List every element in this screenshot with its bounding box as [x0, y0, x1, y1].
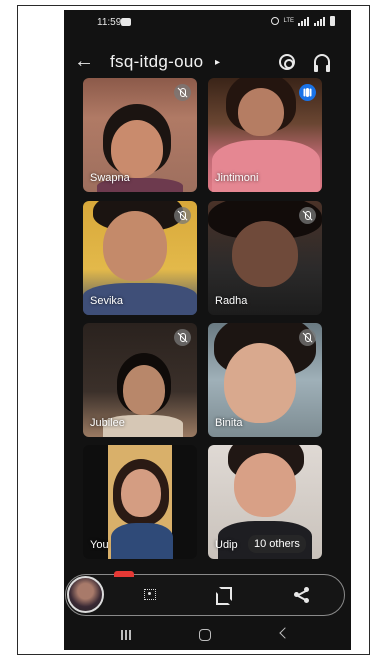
status-bar: 11:59 LTE — [64, 10, 351, 34]
participant-name: Udip — [215, 539, 238, 551]
participant-name: Binita — [215, 417, 243, 429]
participant-name: Jubilee — [90, 417, 125, 429]
meeting-code[interactable]: fsq-itdg-ouo — [110, 52, 203, 72]
participant-name: Jintimoni — [215, 172, 259, 184]
message-notification-icon — [121, 18, 131, 26]
speaking-indicator-icon — [299, 84, 316, 101]
participant-tile-udip[interactable]: Udip 10 others — [208, 445, 322, 559]
signal-icon — [298, 16, 310, 26]
others-count-badge[interactable]: 10 others — [248, 535, 306, 553]
back-icon[interactable] — [279, 627, 291, 639]
participant-name: You — [90, 539, 109, 551]
participant-tile-jubilee[interactable]: Jubilee — [83, 323, 197, 437]
participant-tile-swapna[interactable]: Swapna — [83, 78, 197, 192]
caret-right-icon[interactable]: ▸ — [215, 57, 220, 68]
alarm-icon — [271, 17, 280, 25]
participant-tile-you[interactable]: You — [83, 445, 197, 559]
self-view-thumbnail[interactable] — [67, 576, 104, 613]
switch-camera-icon[interactable] — [279, 54, 295, 70]
flip-camera-icon[interactable] — [216, 587, 232, 605]
participant-tile-radha[interactable]: Radha — [208, 201, 322, 315]
participant-name: Radha — [215, 295, 248, 307]
mic-off-icon — [299, 207, 316, 224]
share-icon[interactable] — [294, 587, 310, 603]
end-call-button[interactable] — [114, 571, 134, 577]
mic-off-icon — [299, 329, 316, 346]
battery-icon — [330, 16, 335, 26]
participant-name: Sevika — [90, 295, 124, 307]
phone-screen: 11:59 LTE ← fsq-itdg-ouo ▸ Swapna Jintim… — [64, 10, 351, 650]
back-arrow-icon[interactable]: ← — [74, 50, 94, 72]
call-controls-bar — [65, 571, 345, 616]
audio-output-icon[interactable] — [314, 54, 330, 72]
focus-icon[interactable] — [144, 589, 156, 600]
signal-icon-2 — [314, 16, 326, 26]
status-time: 11:59 — [97, 17, 122, 28]
system-nav-bar — [64, 624, 351, 650]
mic-off-icon — [174, 207, 191, 224]
home-icon[interactable] — [199, 629, 211, 641]
meeting-header: ← fsq-itdg-ouo ▸ — [64, 48, 351, 78]
recents-icon[interactable] — [121, 630, 131, 640]
participant-tile-jintimoni[interactable]: Jintimoni — [208, 78, 322, 192]
mic-off-icon — [174, 84, 191, 101]
participant-name: Swapna — [90, 172, 130, 184]
participant-tile-binita[interactable]: Binita — [208, 323, 322, 437]
participant-tile-sevika[interactable]: Sevika — [83, 201, 197, 315]
lte-icon: LTE — [283, 18, 294, 24]
status-icons: LTE — [271, 16, 335, 26]
mic-off-icon — [174, 329, 191, 346]
